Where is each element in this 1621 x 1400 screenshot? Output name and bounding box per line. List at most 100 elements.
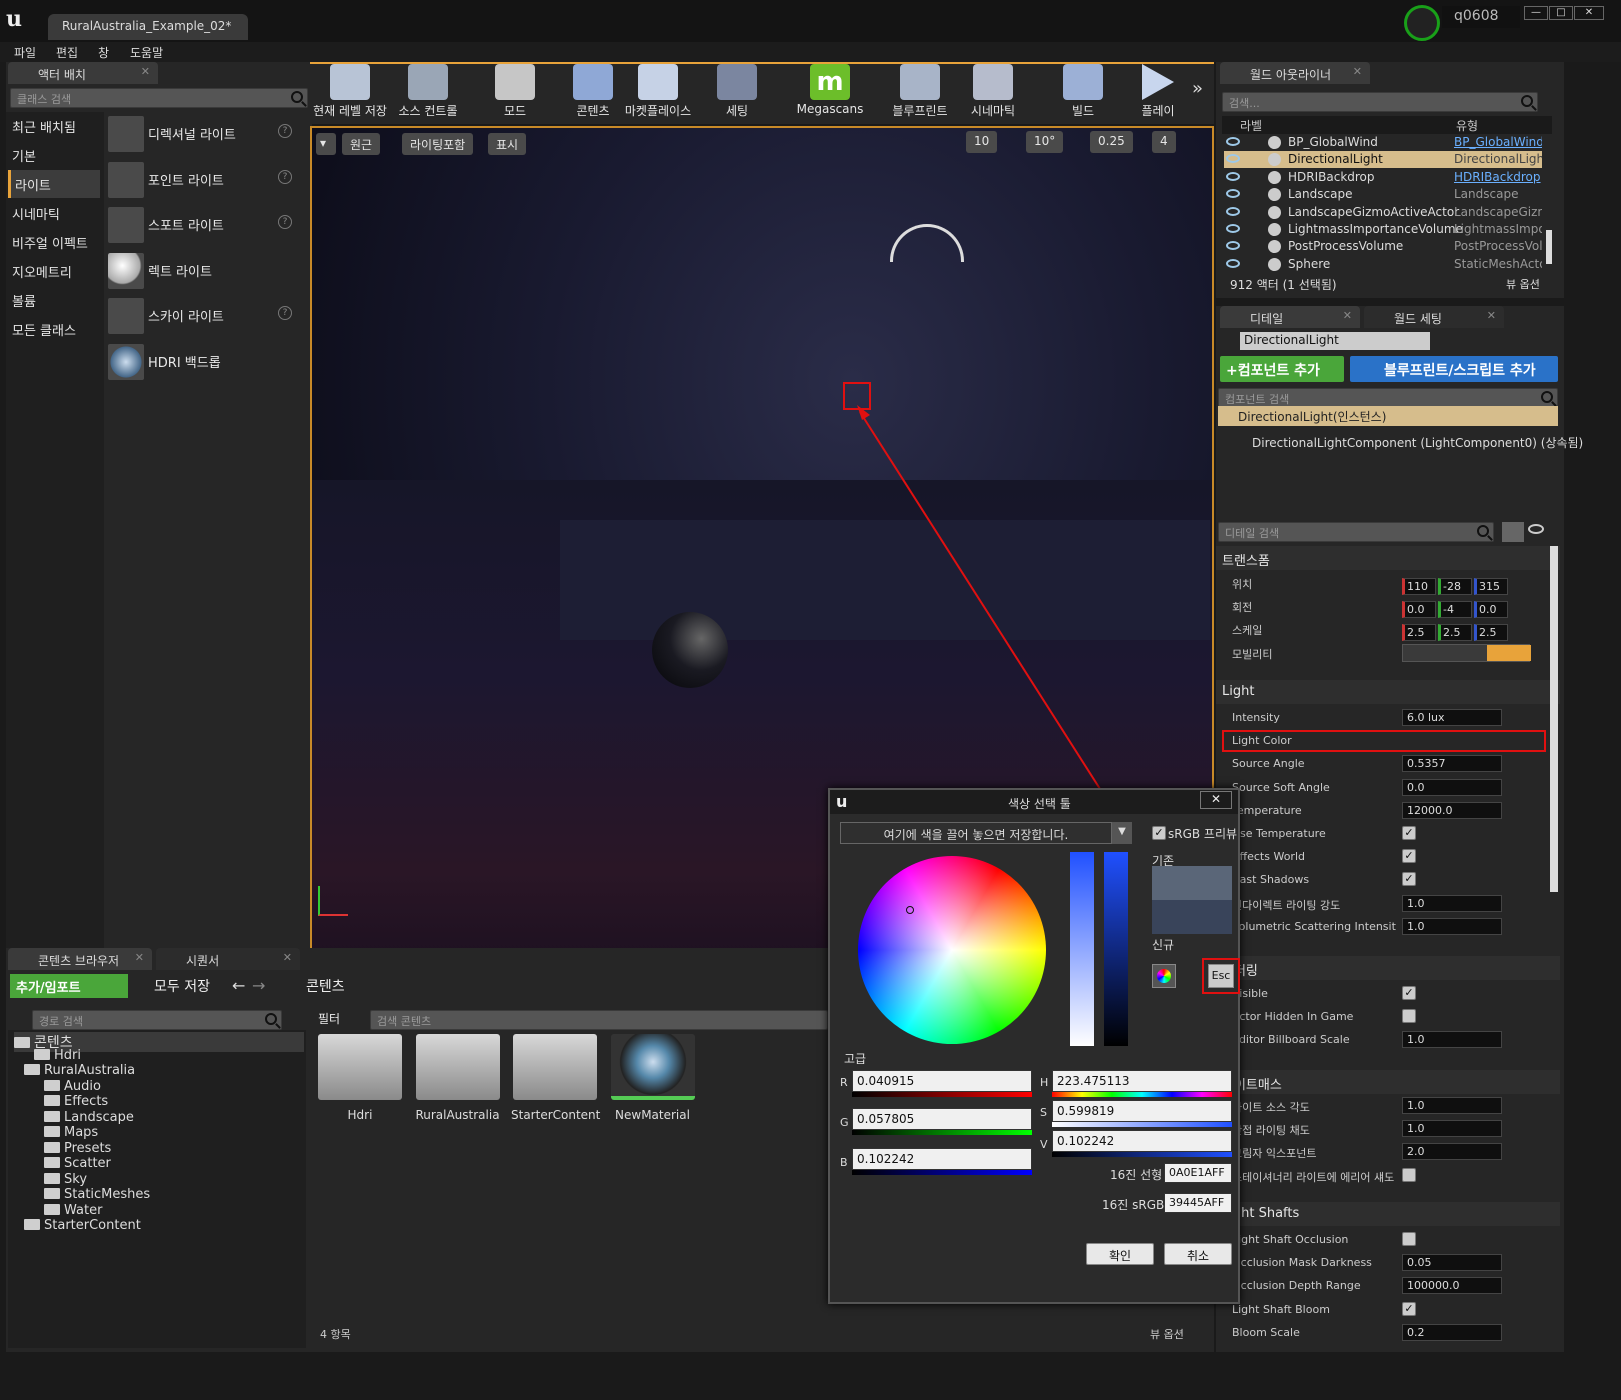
folder-tree-item[interactable]: Presets bbox=[44, 1141, 111, 1156]
srgb-preview-checkbox[interactable]: ✓ bbox=[1152, 826, 1166, 840]
details-scrollbar[interactable] bbox=[1550, 546, 1558, 892]
hex-srgb-field[interactable]: 39445AFF bbox=[1164, 1193, 1232, 1213]
outliner-row[interactable]: LandscapeGizmoActiveActorLandscapeGizmo bbox=[1224, 204, 1542, 221]
section-lightmass[interactable]: 라이트매스 bbox=[1216, 1070, 1560, 1094]
visibility-eye-icon[interactable] bbox=[1226, 258, 1240, 268]
property-matrix-icon[interactable] bbox=[1502, 522, 1524, 542]
viewport-options-button[interactable]: ▾ bbox=[316, 133, 336, 155]
outliner-search-input[interactable]: 검색... bbox=[1222, 92, 1538, 112]
visibility-eye-icon[interactable] bbox=[1226, 137, 1240, 146]
perspective-button[interactable]: 원근 bbox=[342, 133, 381, 155]
pos-field-x[interactable]: 110 bbox=[1402, 578, 1436, 595]
value-bar[interactable] bbox=[1052, 1152, 1232, 1157]
section-rendering[interactable]: 렌더링 bbox=[1216, 956, 1560, 980]
outliner-view-options[interactable]: 뷰 옵션 bbox=[1506, 276, 1540, 292]
folder-tree-item[interactable]: Effects bbox=[44, 1094, 108, 1109]
section-transform[interactable]: 트랜스폼 bbox=[1216, 546, 1560, 570]
outliner-scrollbar[interactable] bbox=[1546, 230, 1552, 264]
light_rows-value-field[interactable]: 0.0 bbox=[1402, 778, 1502, 796]
visibility-eye-icon[interactable] bbox=[1226, 206, 1240, 216]
hue-slider[interactable] bbox=[1052, 1092, 1232, 1097]
scale-field-z[interactable]: 2.5 bbox=[1474, 624, 1508, 641]
visibility-eye-icon[interactable] bbox=[1528, 524, 1544, 534]
saturation-slider[interactable] bbox=[1070, 852, 1094, 1046]
show-button[interactable]: 표시 bbox=[488, 133, 527, 155]
render_rows-checkbox[interactable]: ✓ bbox=[1402, 986, 1416, 1000]
lightmass_rows-value-field[interactable]: 1.0 bbox=[1402, 1097, 1502, 1114]
esc-button[interactable]: Esc bbox=[1208, 964, 1234, 988]
outliner-row[interactable]: DirectionalLight DirectionalLight bbox=[1224, 151, 1542, 169]
saturation-bar[interactable] bbox=[1052, 1122, 1232, 1127]
directional-light-component-row[interactable]: DirectionalLightComponent (LightComponen… bbox=[1252, 434, 1583, 451]
tab-details[interactable]: 디테일 ✕ bbox=[1220, 306, 1360, 328]
component-instance-row[interactable]: DirectionalLight(인스턴스) bbox=[1218, 406, 1558, 426]
eyedropper-button[interactable] bbox=[1152, 964, 1176, 988]
ok-button[interactable]: 확인 bbox=[1086, 1243, 1154, 1265]
outliner-row[interactable]: Sphere StaticMeshActor bbox=[1224, 256, 1542, 273]
content-item[interactable]: StarterContent bbox=[511, 1034, 600, 1122]
actor-name-field[interactable]: DirectionalLight bbox=[1240, 332, 1430, 350]
section-light[interactable]: Light bbox=[1216, 680, 1560, 704]
visibility-eye-icon[interactable] bbox=[1226, 171, 1240, 181]
color-theme-dropdown[interactable]: ▼ bbox=[1112, 822, 1132, 844]
red-slider[interactable] bbox=[852, 1092, 1032, 1097]
path-breadcrumb[interactable]: 콘텐츠 bbox=[284, 976, 345, 996]
scale-label[interactable]: 스케일 bbox=[1232, 622, 1262, 638]
value-value-field[interactable]: 0.102242 bbox=[1052, 1130, 1232, 1152]
folder-tree-item[interactable]: StaticMeshes bbox=[44, 1187, 150, 1202]
folder-tree-item[interactable]: StarterContent bbox=[24, 1218, 141, 1233]
content-search-input[interactable]: 검색 콘텐츠 bbox=[370, 1010, 828, 1030]
content-item[interactable]: NewMaterial bbox=[609, 1034, 697, 1122]
scale-field-x[interactable]: 2.5 bbox=[1402, 624, 1436, 641]
folder-tree-item[interactable]: Sky bbox=[44, 1172, 87, 1187]
shafts_rows-checkbox[interactable]: ✓ bbox=[1402, 1301, 1416, 1316]
grid-snap-value[interactable]: 10 bbox=[966, 131, 998, 153]
green-value-field[interactable]: 0.057805 bbox=[852, 1108, 1032, 1130]
component-search-input[interactable]: 컴포넌트 검색 bbox=[1218, 388, 1558, 408]
lightmass_rows-value-field[interactable]: 1.0 bbox=[1402, 1120, 1502, 1138]
light_rows-checkbox[interactable]: ✓ bbox=[1402, 872, 1416, 887]
green-slider[interactable] bbox=[852, 1130, 1032, 1135]
scale-snap-value[interactable]: 0.25 bbox=[1090, 131, 1133, 153]
outliner-row[interactable]: PostProcessVolume PostProcessVolu bbox=[1224, 238, 1542, 255]
visibility-eye-icon[interactable] bbox=[1226, 241, 1240, 251]
hue-value-field[interactable]: 223.475113 bbox=[1052, 1070, 1232, 1092]
detail-search-input[interactable]: 디테일 검색 bbox=[1218, 522, 1494, 542]
shafts_rows-value-field[interactable]: 100000.0 bbox=[1402, 1277, 1502, 1295]
light_rows-value-field[interactable]: 1.0 bbox=[1402, 894, 1502, 912]
column-label[interactable]: 라벨 bbox=[1240, 117, 1262, 134]
render_rows-value-field[interactable]: 1.0 bbox=[1402, 1031, 1502, 1049]
outliner-row[interactable]: Landscape Landscape bbox=[1224, 186, 1542, 203]
content-item[interactable]: RuralAustralia bbox=[414, 1034, 502, 1122]
outliner-row[interactable]: LightmassImportanceVolumeLightmassImport… bbox=[1224, 221, 1542, 238]
render_rows-checkbox[interactable] bbox=[1402, 1009, 1416, 1024]
light_rows-value-field[interactable]: 1.0 bbox=[1402, 917, 1502, 935]
folder-tree-item[interactable]: Scatter bbox=[44, 1156, 111, 1171]
visibility-eye-icon[interactable] bbox=[1226, 154, 1240, 164]
rot-field-x[interactable]: 0.0 bbox=[1402, 601, 1436, 618]
folder-tree-item[interactable]: Audio bbox=[44, 1079, 101, 1094]
tab-content-browser[interactable]: 콘텐츠 브라우저 ✕ bbox=[8, 948, 152, 970]
blue-slider[interactable] bbox=[852, 1170, 1032, 1175]
position-label[interactable]: 위치 bbox=[1232, 576, 1252, 592]
add-import-button[interactable]: 추가/임포트 bbox=[10, 974, 128, 998]
rotation-snap-value[interactable]: 10° bbox=[1026, 131, 1064, 153]
color-wheel-selector[interactable] bbox=[906, 906, 914, 914]
tab-world-settings[interactable]: 월드 세팅 ✕ bbox=[1364, 306, 1504, 328]
blue-value-field[interactable]: 0.102242 bbox=[852, 1148, 1032, 1170]
pos-field-z[interactable]: 315 bbox=[1474, 578, 1508, 595]
folder-tree-item[interactable]: Water bbox=[44, 1203, 102, 1218]
lighting-mode-button[interactable]: 라이팅포함 bbox=[402, 133, 474, 155]
shafts_rows-value-field[interactable]: 0.05 bbox=[1402, 1254, 1502, 1272]
cancel-button[interactable]: 취소 bbox=[1164, 1243, 1232, 1265]
scale-field-y[interactable]: 2.5 bbox=[1438, 624, 1472, 641]
rot-field-z[interactable]: 0.0 bbox=[1474, 601, 1508, 618]
light_rows-value-field[interactable]: 0.5357 bbox=[1402, 755, 1502, 773]
filter-button[interactable]: 필터 bbox=[318, 1010, 340, 1027]
advanced-toggle[interactable]: 고급 bbox=[844, 1050, 866, 1067]
forward-arrow-icon[interactable]: → bbox=[252, 976, 265, 995]
light_rows-value-field[interactable]: 12000.0 bbox=[1402, 801, 1502, 819]
outliner-row[interactable]: HDRIBackdrop HDRIBackdrop bbox=[1224, 169, 1542, 186]
mobility-toggle[interactable] bbox=[1402, 644, 1531, 662]
close-tab-icon[interactable]: ✕ bbox=[283, 951, 292, 964]
